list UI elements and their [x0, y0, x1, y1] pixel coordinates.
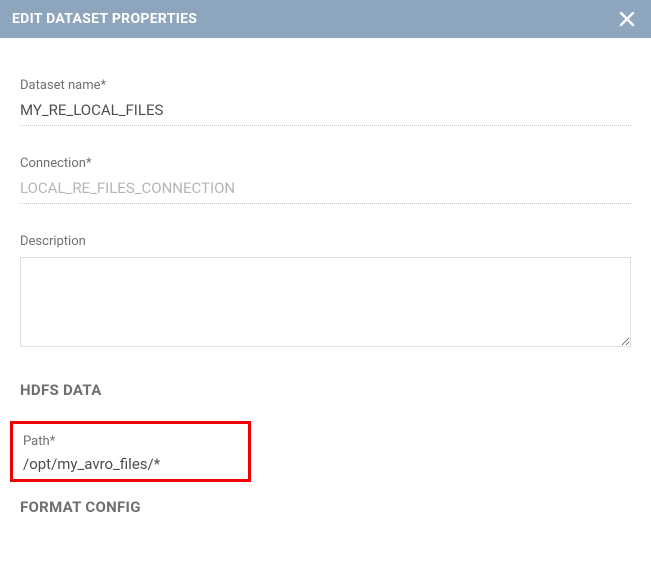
dialog-body: Dataset name* Connection* Description HD…: [0, 38, 651, 516]
description-textarea[interactable]: [20, 257, 631, 347]
description-field: Description: [20, 234, 631, 351]
close-icon: [619, 11, 635, 27]
description-label: Description: [20, 234, 631, 249]
format-section-title: FORMAT CONFIG: [20, 498, 631, 516]
hdfs-section-title: HDFS DATA: [20, 381, 631, 399]
path-highlight-box: Path*: [10, 421, 251, 482]
dataset-name-field: Dataset name*: [20, 78, 631, 126]
connection-input[interactable]: [20, 177, 631, 204]
dialog-title: EDIT DATASET PROPERTIES: [12, 11, 197, 27]
dialog-header: EDIT DATASET PROPERTIES: [0, 0, 651, 38]
close-button[interactable]: [617, 9, 637, 29]
path-input[interactable]: [23, 453, 238, 473]
path-label: Path*: [23, 434, 238, 449]
dataset-name-label: Dataset name*: [20, 78, 631, 93]
connection-label: Connection*: [20, 156, 631, 171]
connection-field: Connection*: [20, 156, 631, 204]
dataset-name-input[interactable]: [20, 99, 631, 126]
